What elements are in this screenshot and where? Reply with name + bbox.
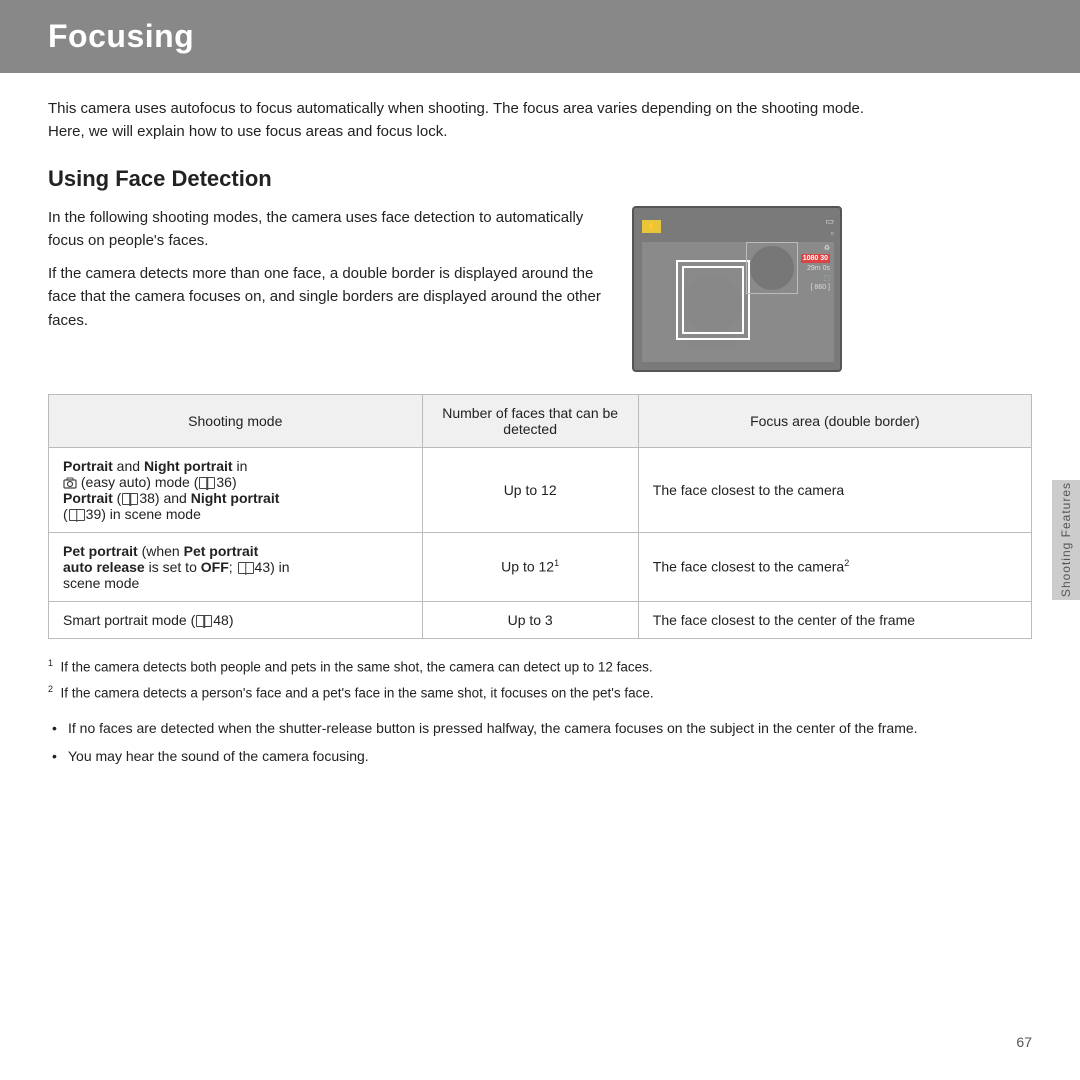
table-cell-focus-area-3: The face closest to the center of the fr… <box>638 601 1031 638</box>
face-detection-text: In the following shooting modes, the cam… <box>48 206 608 342</box>
cam-icon1: ♻ <box>824 244 830 252</box>
cam-right-side-icons: ♻ 1080 30 29m 0s ⬚ [ 860 ] <box>801 244 830 291</box>
cam-hd-badge: 1080 30 <box>801 254 830 263</box>
book-icon-1 <box>199 477 215 489</box>
book-icon-2 <box>122 493 138 505</box>
camera-preview-image: ⚡ ▭ ▫ <box>632 206 842 372</box>
bold-pet-portrait-2: Pet portrait <box>184 543 259 559</box>
book-icon-5 <box>196 615 212 627</box>
table-cell-shooting-mode-2: Pet portrait (when Pet portrait auto rel… <box>49 532 423 601</box>
sup-1: 1 <box>554 558 559 568</box>
bullets-section: If no faces are detected when the shutte… <box>48 718 1032 767</box>
cam-top-bar: ⚡ ▭ ▫ <box>642 216 834 238</box>
bold-portrait-2: Portrait <box>63 490 113 506</box>
cam-icon-inline <box>63 474 81 490</box>
book-icon-3 <box>69 509 85 521</box>
bullet-1: If no faces are detected when the shutte… <box>48 718 1032 740</box>
bold-auto-release: auto release <box>63 559 145 575</box>
content-area: This camera uses autofocus to focus auto… <box>0 97 1080 767</box>
cam-right-icons: ▭ ▫ <box>825 216 834 238</box>
table-header-shooting-mode: Shooting mode <box>49 394 423 447</box>
footnotes-section: 1 If the camera detects both people and … <box>48 657 948 705</box>
features-table: Shooting mode Number of faces that can b… <box>48 394 1032 639</box>
cam-battery-icon: ▭ <box>825 216 834 227</box>
table-cell-focus-area-2: The face closest to the camera2 <box>638 532 1031 601</box>
table-cell-focus-area-1: The face closest to the camera <box>638 447 1031 532</box>
sup-2: 2 <box>844 558 849 568</box>
page-title: Focusing <box>48 18 1032 55</box>
table-cell-face-count-3: Up to 3 <box>422 601 638 638</box>
intro-text: This camera uses autofocus to focus auto… <box>48 97 868 144</box>
table-cell-shooting-mode-3: Smart portrait mode (48) <box>49 601 423 638</box>
table-header-row: Shooting mode Number of faces that can b… <box>49 394 1032 447</box>
face-detection-para2: If the camera detects more than one face… <box>48 262 608 332</box>
table-cell-face-count-1: Up to 12 <box>422 447 638 532</box>
page-number: 67 <box>1016 1034 1032 1050</box>
table-cell-shooting-mode-1: Portrait and Night portrait in (easy aut… <box>49 447 423 532</box>
footnote-2: 2 If the camera detects a person's face … <box>48 683 948 704</box>
cam-time: 29m 0s <box>807 265 830 272</box>
table-row: Smart portrait mode (48) Up to 3 The fac… <box>49 601 1032 638</box>
camera-icon-svg <box>63 477 77 489</box>
footnote-1: 1 If the camera detects both people and … <box>48 657 948 678</box>
cam-memory-icon: ▫ <box>831 228 834 238</box>
face-detection-section: In the following shooting modes, the cam… <box>48 206 1032 372</box>
bold-pet-portrait-1: Pet portrait <box>63 543 138 559</box>
bold-night-portrait-1: Night portrait <box>144 458 233 474</box>
table-cell-face-count-2: Up to 121 <box>422 532 638 601</box>
bold-night-portrait-2: Night portrait <box>191 490 280 506</box>
bullet-2: You may hear the sound of the camera foc… <box>48 746 1032 768</box>
bold-portrait-1: Portrait <box>63 458 113 474</box>
footnote-sup-1: 1 <box>48 658 53 668</box>
table-header-focus-area: Focus area (double border) <box>638 394 1031 447</box>
table-row: Pet portrait (when Pet portrait auto rel… <box>49 532 1032 601</box>
cam-double-border-inner <box>682 266 744 334</box>
table-row: Portrait and Night portrait in (easy aut… <box>49 447 1032 532</box>
book-icon-4 <box>238 562 254 574</box>
cam-single-border <box>746 242 798 294</box>
cam-shots: [ 860 ] <box>811 284 830 291</box>
cam-preview-area: ♻ 1080 30 29m 0s ⬚ [ 860 ] <box>642 242 834 362</box>
cam-face-small <box>750 246 794 290</box>
section-title: Using Face Detection <box>48 166 1032 192</box>
table-header-face-count: Number of faces that can be detected <box>422 394 638 447</box>
side-tab-label: Shooting Features <box>1059 482 1073 597</box>
cam-icon2: ⬚ <box>823 274 830 282</box>
bold-off: OFF <box>201 559 229 575</box>
page-header: Focusing <box>0 0 1080 73</box>
cam-face-large <box>682 266 742 350</box>
face-detection-para1: In the following shooting modes, the cam… <box>48 206 608 253</box>
side-tab: Shooting Features <box>1052 480 1080 600</box>
cam-lightning-icon: ⚡ <box>642 220 661 233</box>
footnote-sup-2: 2 <box>48 684 53 694</box>
